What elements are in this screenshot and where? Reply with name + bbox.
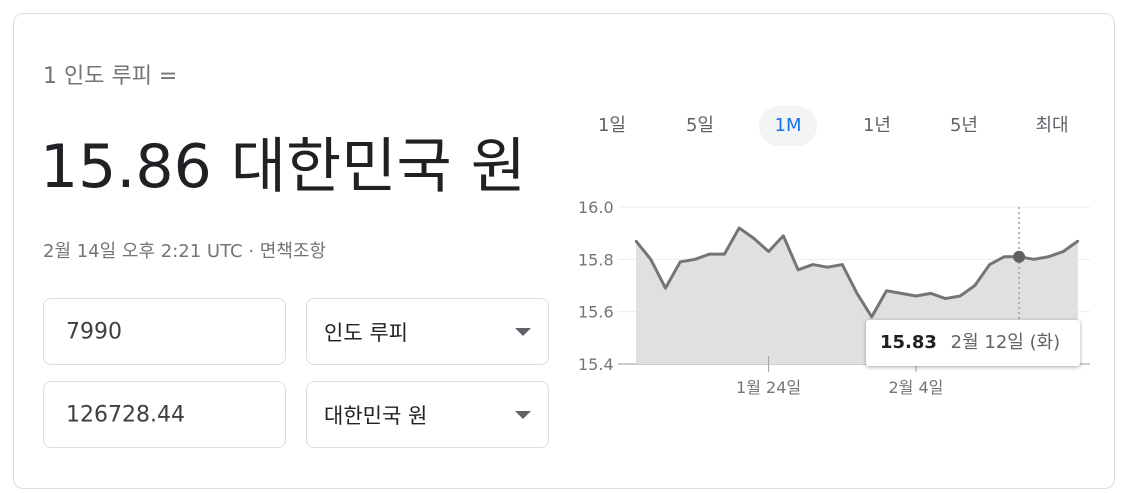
data-point	[679, 260, 682, 264]
from-rate-label: 1 인도 루피 =	[43, 64, 178, 89]
data-point	[811, 263, 814, 266]
data-point	[929, 292, 932, 295]
tab-1-year[interactable]: 1년	[844, 106, 910, 146]
data-point	[826, 265, 829, 269]
data-point	[1003, 255, 1006, 258]
tab-5-days[interactable]: 5일	[667, 106, 733, 146]
y-tick-label: 15.6	[578, 303, 614, 322]
amount-to-input[interactable]: 126728.44	[43, 381, 286, 448]
data-point	[988, 263, 991, 266]
data-point	[723, 252, 726, 256]
separator-dot: ·	[248, 241, 255, 262]
converted-rate: 15.86 대한민국 원	[40, 132, 526, 202]
data-point	[973, 284, 977, 287]
tab-1-day[interactable]: 1일	[579, 106, 645, 146]
data-point	[1076, 239, 1080, 243]
data-point	[944, 297, 947, 300]
tab-5-years[interactable]: 5년	[931, 106, 997, 146]
disclaimer-link[interactable]: 면책조항	[260, 241, 326, 262]
y-tick-label: 15.8	[578, 250, 614, 269]
hover-point	[1013, 250, 1026, 263]
data-point	[900, 292, 903, 295]
data-point	[664, 286, 667, 290]
data-point	[752, 237, 756, 240]
data-point	[958, 294, 962, 298]
data-point	[1047, 255, 1050, 258]
amount-to-value: 126728.44	[66, 402, 185, 427]
chart-tooltip: 15.83 2월 12일 (화)	[866, 320, 1080, 366]
tooltip-value: 15.83	[880, 332, 937, 353]
amount-from-value: 7990	[66, 319, 122, 344]
currency-to-select[interactable]: 대한민국 원	[306, 381, 549, 448]
tab-max[interactable]: 최대	[1019, 106, 1085, 146]
y-tick-label: 16.0	[578, 198, 614, 217]
data-point	[855, 292, 859, 295]
data-point	[634, 239, 638, 243]
data-point	[841, 263, 844, 266]
currency-from-label: 인도 루피	[324, 320, 408, 345]
data-point	[782, 234, 785, 237]
x-tick-label: 2월 4일	[888, 378, 943, 397]
currency-to-label: 대한민국 원	[324, 403, 428, 428]
chevron-down-icon	[515, 327, 531, 336]
data-point	[737, 226, 741, 230]
data-point	[649, 258, 652, 261]
amount-from-input[interactable]: 7990	[43, 298, 286, 365]
data-point	[767, 250, 770, 253]
data-point	[1032, 258, 1035, 261]
data-point	[693, 258, 697, 261]
data-point	[1062, 250, 1065, 253]
exchange-rate-chart[interactable]: 16.0 15.8 15.6 15.4 1월 24일 2월 4일	[570, 190, 1100, 405]
tab-1-month[interactable]: 1M	[759, 106, 817, 146]
chevron-down-icon	[515, 410, 531, 419]
x-tick-label: 1월 24일	[736, 378, 801, 397]
y-tick-label: 15.4	[578, 355, 614, 374]
rate-timestamp-line: 2월 14일 오후 2:21 UTC · 면책조항	[43, 237, 326, 263]
data-point	[870, 315, 873, 319]
rate-timestamp: 2월 14일 오후 2:21 UTC	[43, 241, 243, 262]
data-point	[708, 252, 711, 256]
data-point	[885, 289, 888, 292]
currency-from-select[interactable]: 인도 루피	[306, 298, 549, 365]
data-point	[914, 294, 918, 298]
tooltip-date: 2월 12일 (화)	[950, 332, 1061, 353]
time-range-tabs: 1일 5일 1M 1년 5년 최대	[579, 106, 1094, 146]
data-point	[796, 268, 800, 271]
